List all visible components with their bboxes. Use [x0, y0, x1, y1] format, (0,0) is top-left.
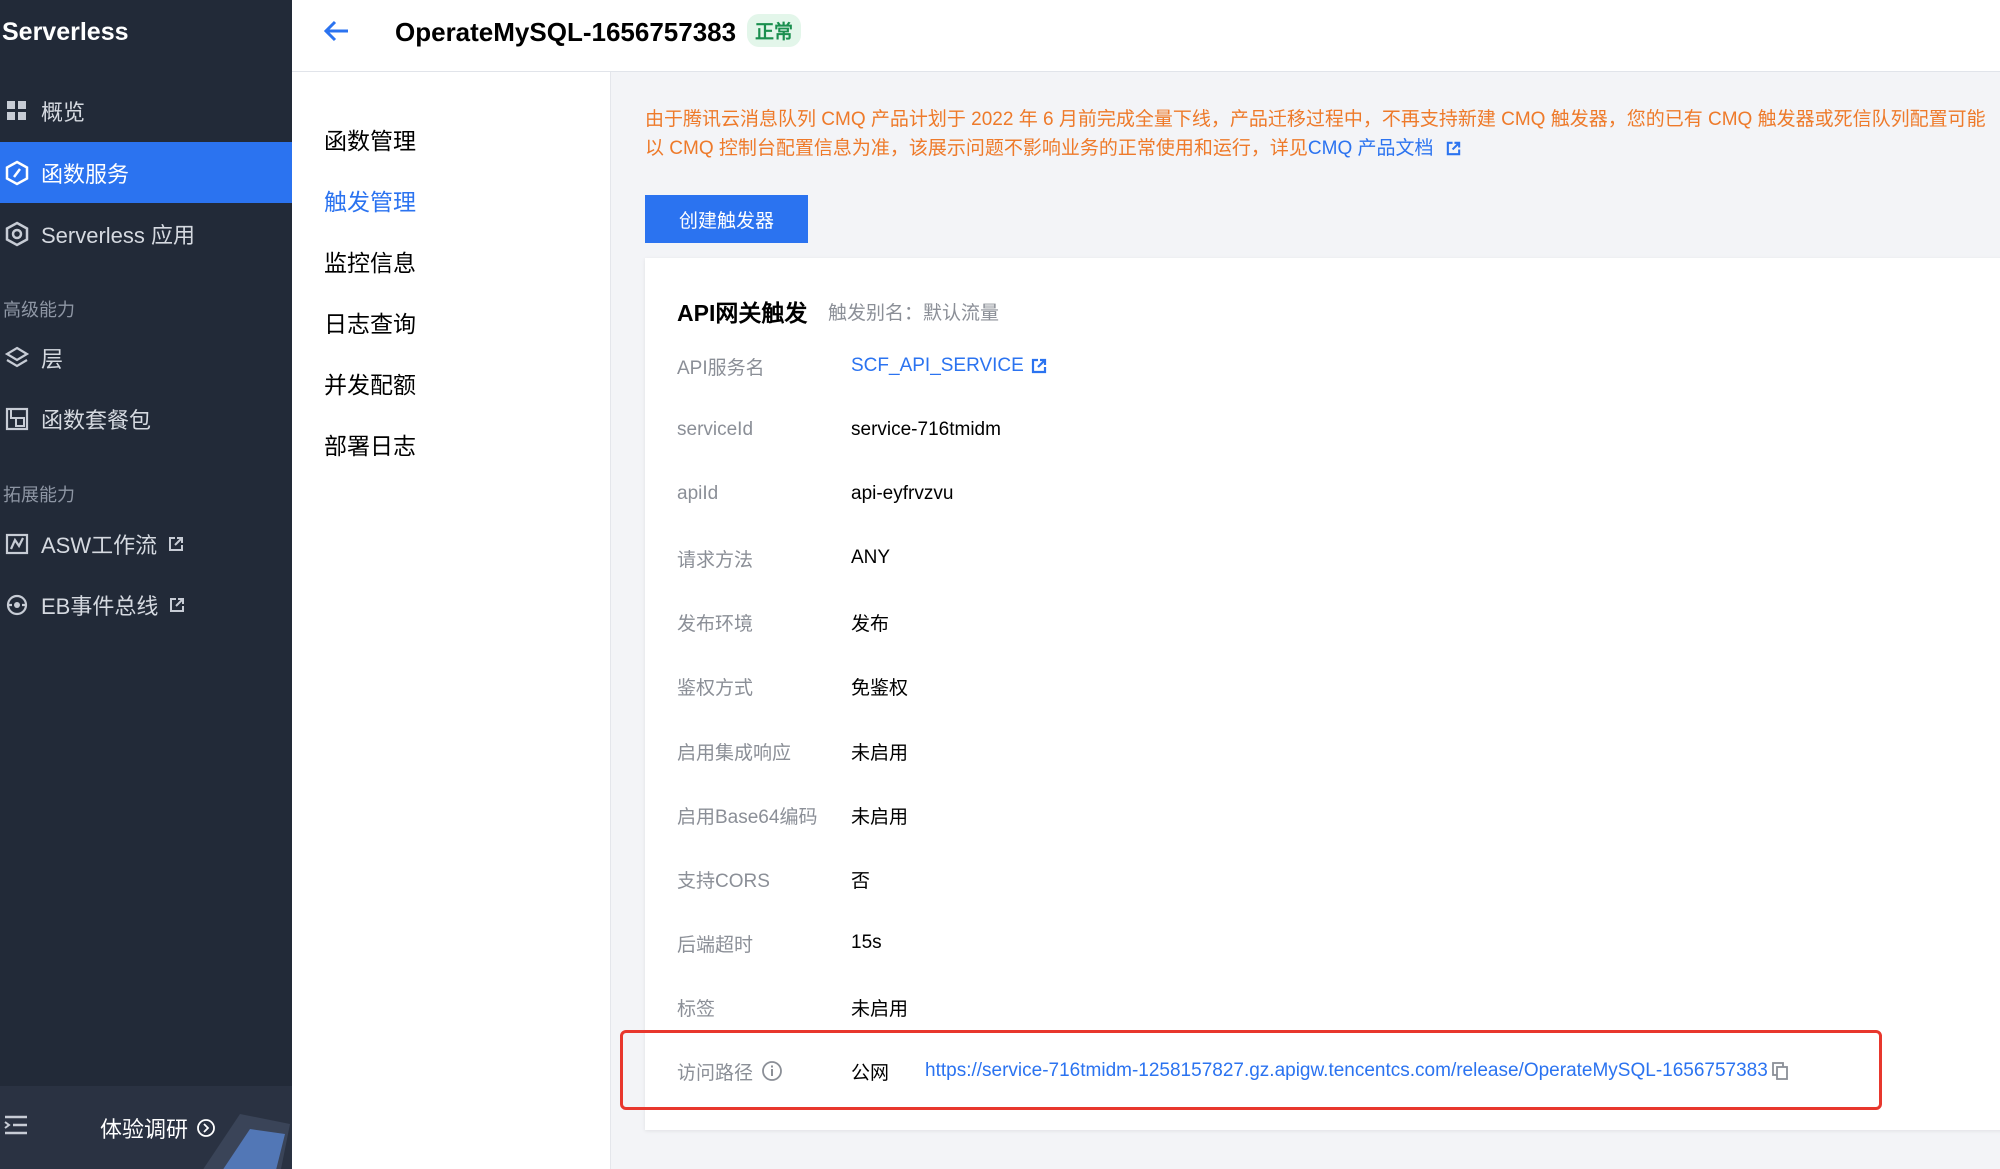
notice-line-2: 以 CMQ 控制台配置信息为准，该展示问题不影响业务的正常使用和运行，详见CMQ…	[645, 134, 2000, 163]
sidebar-item-label: Serverless 应用	[41, 222, 196, 248]
dashboard-icon	[3, 97, 31, 125]
layers-icon	[3, 344, 31, 372]
trigger-alias: 触发别名：默认流量	[828, 303, 1000, 324]
sidebar: Serverless 概览 函数服务 Serverless 应用 高级能力 层 …	[0, 0, 292, 1169]
detail-row: 发布环境 发布	[677, 607, 889, 637]
row-label: 支持CORS	[677, 870, 770, 892]
row-value: service-716tmidm	[851, 419, 1001, 440]
notice-line-1: 由于腾讯云消息队列 CMQ 产品计划于 2022 年 6 月前完成全量下线，产品…	[645, 109, 1986, 130]
package-icon	[3, 405, 31, 433]
sidebar-item-label: EB事件总线	[41, 593, 159, 619]
row-value: 发布	[851, 613, 890, 635]
section-extension: 拓展能力	[3, 485, 75, 505]
row-label: 访问路径	[677, 1058, 851, 1085]
cmq-notice: 由于腾讯云消息队列 CMQ 产品计划于 2022 年 6 月前完成全量下线，产品…	[645, 105, 2000, 163]
row-label: 后端超时	[677, 934, 754, 956]
subnav-log-query[interactable]: 日志查询	[324, 305, 416, 339]
subnav-monitoring[interactable]: 监控信息	[324, 244, 416, 278]
detail-row: apiId api-eyfrvzvu	[677, 479, 953, 509]
row-label: apiId	[677, 483, 719, 504]
detail-row: 启用集成响应 未启用	[677, 736, 908, 766]
api-service-link[interactable]: SCF_API_SERVICE	[851, 355, 1048, 377]
row-label: 发布环境	[677, 613, 754, 635]
eventbus-icon	[3, 591, 31, 619]
function-icon	[3, 159, 31, 187]
row-value: api-eyfrvzvu	[851, 483, 954, 504]
back-arrow-icon[interactable]	[322, 16, 352, 51]
detail-row: 标签 未启用	[677, 992, 908, 1022]
status-badge: 正常	[747, 14, 802, 47]
detail-row: 后端超时 15s	[677, 928, 882, 958]
row-value: 未启用	[851, 742, 909, 764]
page-title: OperateMySQL-1656757383	[395, 17, 737, 47]
row-label: 启用集成响应	[677, 742, 792, 764]
arrow-right-circle-icon	[196, 1118, 216, 1138]
access-url-link[interactable]: https://service-716tmidm-1258157827.gz.a…	[925, 1060, 1790, 1082]
row-label: 鉴权方式	[677, 677, 754, 699]
detail-row: 鉴权方式 免鉴权	[677, 671, 908, 701]
row-label: 请求方法	[677, 549, 754, 571]
sidebar-item-label: 函数套餐包	[41, 407, 152, 433]
sidebar-item-overview[interactable]: 概览	[0, 80, 292, 141]
row-value: SCF_API_SERVICE	[851, 355, 1024, 376]
sidebar-item-label: ASW工作流	[41, 532, 158, 558]
row-value: 免鉴权	[851, 677, 909, 699]
sidebar-item-label: 函数服务	[41, 161, 130, 187]
sidebar-item-asw-workflow[interactable]: ASW工作流	[0, 513, 292, 574]
detail-row: 请求方法 ANY	[677, 543, 890, 573]
row-label: serviceId	[677, 419, 754, 440]
copy-icon[interactable]	[1770, 1061, 1790, 1081]
app-icon	[3, 220, 31, 248]
main-content: 由于腾讯云消息队列 CMQ 产品计划于 2022 年 6 月前完成全量下线，产品…	[611, 72, 2000, 1169]
detail-row: API服务名 SCF_API_SERVICE	[677, 351, 1048, 381]
api-gateway-trigger-card: API网关触发 触发别名：默认流量 API服务名 SCF_API_SERVICE…	[645, 258, 2000, 1130]
row-value: 未启用	[851, 806, 909, 828]
sidebar-item-eb-eventbus[interactable]: EB事件总线	[0, 574, 292, 635]
row-label: 标签	[677, 998, 716, 1020]
sidebar-item-serverless-app[interactable]: Serverless 应用	[0, 203, 292, 264]
trigger-title: API网关触发	[677, 300, 808, 326]
subnav-function-management[interactable]: 函数管理	[324, 122, 416, 156]
section-advanced: 高级能力	[3, 300, 75, 320]
subnav-trigger-management[interactable]: 触发管理	[324, 183, 416, 217]
page-header: OperateMySQL-1656757383 正常	[292, 0, 2000, 72]
access-path-row: 访问路径 公网 https://service-716tmidm-1258157…	[677, 1056, 1977, 1086]
survey-label: 体验调研	[100, 1117, 189, 1142]
sidebar-footer: 体验调研	[0, 1086, 292, 1169]
detail-row: serviceId service-716tmidm	[677, 415, 1001, 445]
row-value: ANY	[851, 547, 891, 568]
external-link-icon[interactable]	[1445, 140, 1462, 157]
cmq-doc-link[interactable]: CMQ 产品文档	[1308, 138, 1434, 159]
sidebar-item-label: 概览	[41, 99, 86, 125]
function-subnav: 函数管理 触发管理 监控信息 日志查询 并发配额 部署日志	[292, 72, 611, 1169]
network-type: 公网	[851, 1062, 890, 1084]
detail-row: 启用Base64编码 未启用	[677, 800, 908, 830]
external-link-icon	[167, 535, 185, 553]
create-trigger-button[interactable]: 创建触发器	[645, 195, 808, 243]
detail-row: 支持CORS 否	[677, 864, 870, 894]
sidebar-item-functions[interactable]: 函数服务	[0, 142, 292, 203]
sidebar-item-packages[interactable]: 函数套餐包	[0, 388, 292, 449]
survey-link[interactable]: 体验调研	[100, 1112, 216, 1144]
subnav-deploy-logs[interactable]: 部署日志	[324, 427, 416, 461]
row-value: 15s	[851, 932, 882, 953]
row-label: 启用Base64编码	[677, 806, 818, 828]
access-path-label: 访问路径	[677, 1062, 754, 1084]
sidebar-item-layers[interactable]: 层	[0, 327, 292, 388]
workflow-icon	[3, 530, 31, 558]
collapse-menu-icon[interactable]	[3, 1114, 29, 1141]
row-label: API服务名	[677, 357, 765, 379]
external-link-icon	[1030, 357, 1048, 375]
sidebar-logo: Serverless	[2, 18, 129, 46]
external-link-icon	[168, 596, 186, 614]
row-value: 否	[851, 870, 871, 892]
subnav-concurrency-quota[interactable]: 并发配额	[324, 366, 416, 400]
access-url: https://service-716tmidm-1258157827.gz.a…	[925, 1060, 1768, 1081]
info-icon[interactable]	[761, 1060, 783, 1082]
sidebar-item-label: 层	[41, 346, 64, 372]
row-value: 未启用	[851, 998, 909, 1020]
notice-line-2-text: 以 CMQ 控制台配置信息为准，该展示问题不影响业务的正常使用和运行，详见	[645, 138, 1308, 159]
